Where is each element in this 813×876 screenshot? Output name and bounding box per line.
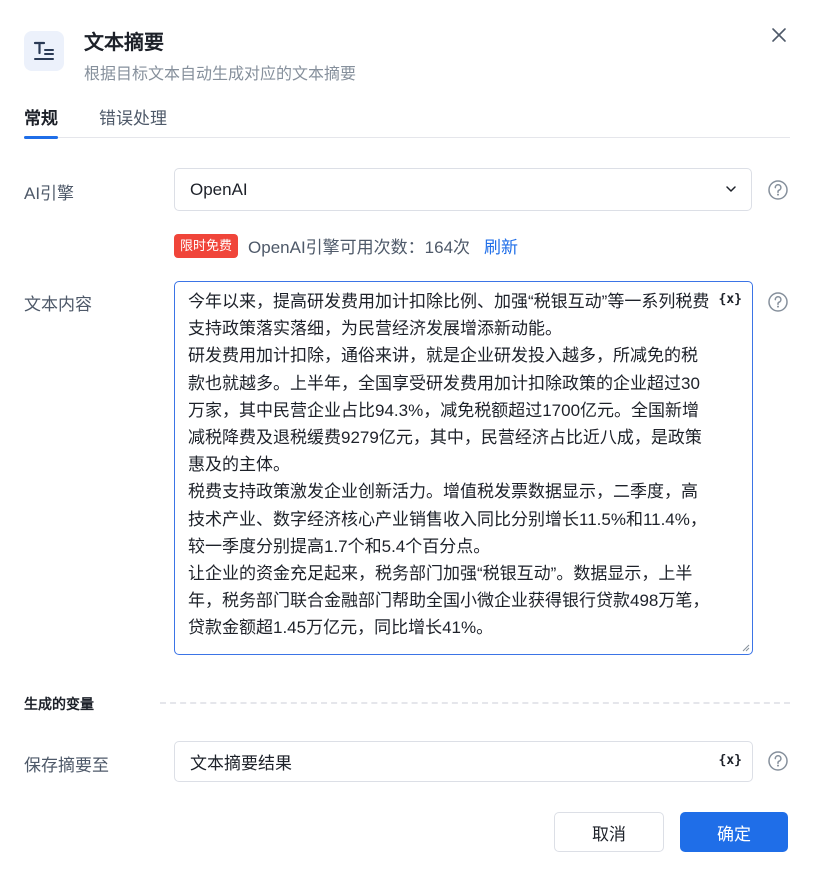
help-icon[interactable] <box>767 179 789 201</box>
content-label: 文本内容 <box>24 295 92 314</box>
tab-general[interactable]: 常规 <box>24 104 58 139</box>
chevron-down-icon <box>726 186 736 192</box>
insert-variable-icon[interactable]: {x} <box>719 292 742 307</box>
resize-handle-icon[interactable] <box>742 644 750 652</box>
ai-engine-value: OpenAI <box>190 179 248 199</box>
tab-error-handling[interactable]: 错误处理 <box>99 104 167 138</box>
ai-engine-select[interactable]: OpenAI <box>174 168 752 211</box>
quota-text: OpenAI引擎可用次数：164次 <box>248 238 471 257</box>
help-icon[interactable] <box>767 291 789 313</box>
cancel-button[interactable]: 取消 <box>554 812 664 852</box>
output-variable-input[interactable]: 文本摘要结果 {x} <box>174 741 753 782</box>
save-summary-label: 保存摘要至 <box>24 756 109 775</box>
quota-info: 限时免费 OpenAI引擎可用次数：164次 刷新 <box>174 233 518 258</box>
confirm-button[interactable]: 确定 <box>680 812 788 852</box>
free-badge: 限时免费 <box>174 233 239 258</box>
insert-variable-icon[interactable]: {x} <box>719 753 742 768</box>
dialog-subtitle: 根据目标文本自动生成对应的文本摘要 <box>84 66 357 83</box>
output-variable-value: 文本摘要结果 <box>190 754 292 773</box>
help-icon[interactable] <box>767 750 789 772</box>
content-textarea[interactable]: 今年以来，提高研发费用加计扣除比例、加强“税银互动”等一系列税费支持政策落实落细… <box>174 281 753 655</box>
generated-variables-heading: 生成的变量 <box>24 696 94 712</box>
close-icon <box>772 28 786 42</box>
refresh-link[interactable]: 刷新 <box>484 233 518 258</box>
dialog-title: 文本摘要 <box>84 32 164 54</box>
content-text: 今年以来，提高研发费用加计扣除比例、加强“税银互动”等一系列税费支持政策落实落细… <box>188 292 710 638</box>
text-summary-icon <box>24 31 64 71</box>
ai-engine-label: AI引擎 <box>24 184 75 203</box>
close-button[interactable] <box>766 22 792 48</box>
section-divider <box>160 702 790 704</box>
tab-bar: 常规 错误处理 <box>24 104 790 139</box>
